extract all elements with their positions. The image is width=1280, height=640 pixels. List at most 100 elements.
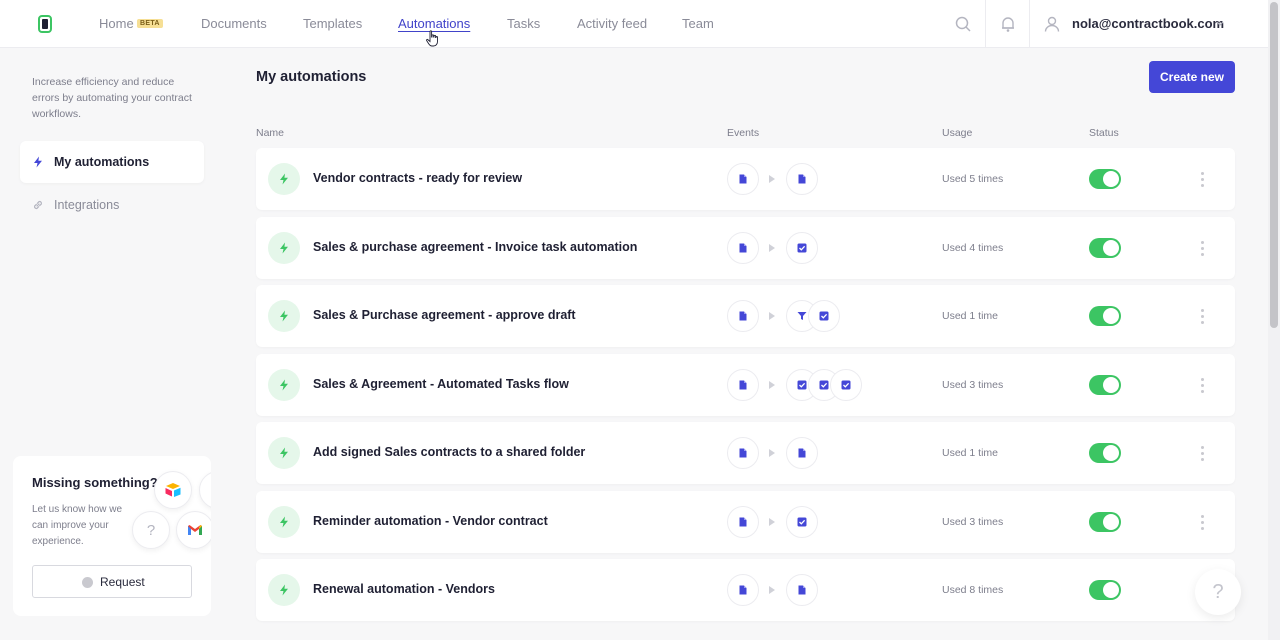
automation-name[interactable]: Sales & purchase agreement - Invoice tas… [313, 240, 637, 254]
status-toggle[interactable] [1089, 443, 1121, 463]
document-icon [739, 585, 747, 595]
checkbox-icon [797, 517, 807, 526]
chevron-down-icon[interactable] [1215, 18, 1225, 28]
usage-count: Used 4 times [942, 241, 1004, 254]
mouse-pointer-icon [426, 30, 438, 47]
event-document[interactable] [727, 231, 759, 264]
automation-row[interactable]: Vendor contracts - ready for review Used … [256, 148, 1235, 210]
missing-text: Let us know how we can improve your expe… [32, 504, 123, 547]
nav-templates[interactable]: Templates [303, 16, 362, 31]
nav-documents[interactable]: Documents [201, 16, 267, 31]
document-icon [739, 517, 747, 526]
event-task[interactable] [808, 300, 840, 332]
more-options-icon[interactable] [1194, 170, 1210, 188]
more-options-icon[interactable] [1194, 513, 1210, 531]
usage-count: Used 5 times [942, 173, 1004, 185]
user-icon[interactable] [1043, 15, 1061, 33]
event-document[interactable] [727, 163, 759, 195]
event-task[interactable] [830, 368, 862, 401]
search-icon[interactable] [954, 15, 972, 33]
beta-badge: BETA [137, 19, 163, 28]
lightning-icon [268, 368, 300, 401]
automation-name[interactable]: Reminder automation - Vendor contract [313, 514, 548, 528]
sidebar-item-integrations[interactable]: Integrations [20, 184, 204, 226]
event-document[interactable] [727, 505, 759, 538]
automation-row[interactable]: Add signed Sales contracts to a shared f… [256, 422, 1235, 484]
question-icon: ? [132, 511, 170, 549]
column-header-status: Status [1089, 127, 1119, 139]
user-email[interactable]: nola@contractbook.com [1072, 16, 1224, 31]
checkbox-icon [819, 311, 829, 321]
event-document[interactable] [786, 437, 818, 469]
automation-name[interactable]: Sales & Purchase agreement - approve dra… [313, 308, 576, 322]
event-task[interactable] [786, 231, 818, 264]
column-header-name: Name [256, 127, 285, 139]
lightning-icon [268, 300, 300, 332]
automation-name[interactable]: Renewal automation - Vendors [313, 582, 495, 596]
chat-bubble-icon [82, 577, 93, 588]
automation-row[interactable]: Reminder automation - Vendor contract Use… [256, 490, 1235, 553]
status-toggle[interactable] [1089, 374, 1121, 395]
divider [985, 0, 986, 48]
lightning-icon [268, 505, 300, 538]
document-icon [798, 448, 806, 458]
event-document[interactable] [727, 437, 759, 469]
document-icon [798, 585, 806, 595]
event-document[interactable] [727, 368, 759, 401]
document-icon [798, 174, 806, 184]
event-document[interactable] [727, 300, 759, 332]
more-options-icon[interactable] [1194, 376, 1210, 394]
event-task[interactable] [786, 505, 818, 538]
automation-row[interactable]: Renewal automation - Vendors Used 8 times [256, 559, 1235, 621]
request-button[interactable]: Request [32, 565, 192, 598]
usage-count: Used 3 times [942, 378, 1004, 391]
event-document[interactable] [786, 163, 818, 195]
checkbox-icon [797, 380, 807, 389]
missing-title: Missing something? [32, 475, 158, 490]
more-options-icon[interactable] [1194, 444, 1210, 462]
usage-count: Used 1 time [942, 310, 999, 322]
nav-automations[interactable]: Automations [398, 16, 470, 31]
automation-row[interactable]: Sales & Purchase agreement - approve dra… [256, 285, 1235, 347]
sidebar-item-label: My automations [54, 155, 150, 169]
help-button[interactable]: ? [1195, 569, 1241, 615]
gmail-icon [176, 511, 211, 549]
caret-right-icon [769, 586, 775, 594]
create-new-button[interactable]: Create new [1149, 61, 1235, 93]
automation-name[interactable]: Vendor contracts - ready for review [313, 171, 522, 185]
nav-tasks[interactable]: Tasks [507, 16, 540, 31]
status-toggle[interactable] [1089, 169, 1121, 189]
document-icon [739, 380, 747, 389]
more-options-icon[interactable] [1194, 239, 1210, 257]
nav-team[interactable]: Team [682, 16, 714, 31]
event-document[interactable] [786, 574, 818, 606]
automation-name[interactable]: Add signed Sales contracts to a shared f… [313, 445, 585, 459]
column-header-events: Events [727, 127, 760, 139]
sidebar-item-my-automations[interactable]: My automations [20, 141, 204, 183]
integration-icon [199, 471, 211, 509]
missing-something-card: Missing something? Let us know how we ca… [13, 456, 211, 616]
page-title: My automations [256, 69, 367, 85]
nav-home[interactable]: Home [99, 16, 134, 31]
column-header-usage: Usage [942, 127, 973, 139]
scrollbar-thumb[interactable] [1270, 2, 1278, 328]
automation-name[interactable]: Sales & Agreement - Automated Tasks flow [313, 377, 569, 391]
request-label: Request [100, 575, 145, 589]
caret-right-icon [769, 380, 775, 389]
status-toggle[interactable] [1089, 306, 1121, 326]
lightning-icon [268, 574, 300, 606]
status-toggle[interactable] [1089, 580, 1121, 600]
status-toggle[interactable] [1089, 511, 1121, 532]
automation-row[interactable]: Sales & Agreement - Automated Tasks flow… [256, 353, 1235, 416]
nav-activity-feed[interactable]: Activity feed [577, 16, 647, 31]
caret-right-icon [769, 175, 775, 183]
lightning-icon [268, 163, 300, 195]
more-options-icon[interactable] [1194, 307, 1210, 325]
status-toggle[interactable] [1089, 237, 1121, 258]
contractbook-logo[interactable] [38, 15, 52, 33]
bell-icon[interactable] [999, 15, 1017, 33]
automation-row[interactable]: Sales & purchase agreement - Invoice tas… [256, 216, 1235, 279]
checkbox-icon [841, 380, 851, 389]
event-document[interactable] [727, 574, 759, 606]
airtable-icon [154, 471, 192, 509]
